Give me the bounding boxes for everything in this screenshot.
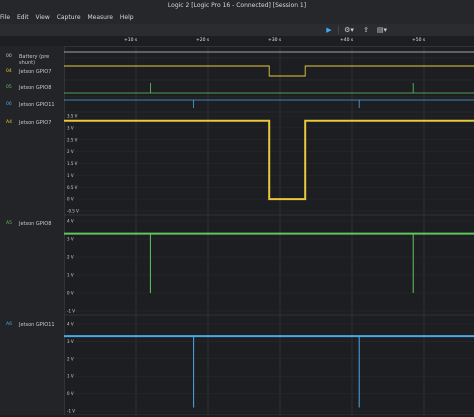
voltage-tick-label: 1 V (67, 173, 74, 178)
channel-row-a4[interactable]: A4 Jetson GPIO7 (0, 115, 64, 131)
menu-view[interactable]: View (36, 12, 50, 24)
voltage-tick-label: 1 V (67, 374, 74, 379)
voltage-tick-label: 0.5 V (67, 185, 78, 190)
channel-row-d0[interactable]: 00 Battery (pre shunt) (0, 49, 64, 66)
voltage-tick-label: 2 V (67, 356, 74, 361)
play-icon[interactable]: ▶ (322, 25, 336, 35)
channel-row-d5[interactable]: 05 Jetson GPIO8 (0, 80, 64, 96)
voltage-tick-label: 4 V (67, 219, 74, 224)
voltage-tick-label: 0 V (67, 391, 74, 396)
menu-bar: File Edit View Capture Measure Help (0, 12, 474, 24)
voltage-tick-label: 2.5 V (67, 137, 78, 142)
time-tick: +20 s (196, 38, 210, 43)
menu-measure[interactable]: Measure (87, 12, 113, 24)
channel-row-a6[interactable]: A6 Jetson GPIO11 (0, 317, 64, 333)
voltage-tick-label: -1 V (67, 309, 75, 314)
share-icon[interactable]: ⇪ (360, 25, 372, 35)
voltage-tick-label: 3 V (67, 339, 74, 344)
time-tick: +30 s (268, 38, 282, 43)
gear-icon[interactable]: ⚙▾ (341, 25, 357, 35)
voltage-tick-label: -0.5 V (67, 209, 79, 214)
toolbar-divider (338, 26, 339, 34)
channel-number: 04 (6, 69, 12, 74)
voltage-tick-label: 2 V (67, 255, 74, 260)
channel-name: Jetson GPIO11 (19, 322, 55, 328)
toolbar: ▶ ⚙▾ ⇪ ▤▾ (0, 24, 474, 36)
waveform-canvas: 3.5 V 3 V 2.5 V 2 V 1.5 V 1 V 0.5 V 0 V -0.5 V 4 … (64, 46, 474, 416)
channel-name: Jetson GPIO7 (19, 69, 52, 75)
time-tick: +40 s (340, 38, 354, 43)
channel-row-d6[interactable]: 06 Jetson GPIO11 (0, 97, 64, 113)
channel-number: A4 (6, 120, 12, 125)
menu-capture[interactable]: Capture (57, 12, 81, 24)
voltage-tick-label: 0 V (67, 291, 74, 296)
channel-name: Jetson GPIO11 (19, 102, 55, 108)
channel-number: 05 (6, 85, 12, 90)
channel-number: 00 (6, 54, 12, 59)
channel-number: 06 (6, 102, 12, 107)
waveform-plot[interactable]: 3.5 V 3 V 2.5 V 2 V 1.5 V 1 V 0.5 V 0 V -0.5 V 4 … (64, 46, 474, 416)
voltage-tick-label: 0 V (67, 197, 74, 202)
voltage-tick-label: -1 V (67, 409, 75, 414)
channel-row-d4[interactable]: 04 Jetson GPIO7 (0, 64, 64, 80)
voltage-tick-label: 3 V (67, 237, 74, 242)
menu-help[interactable]: Help (120, 12, 134, 24)
channel-name: Jetson GPIO8 (19, 221, 52, 227)
voltage-tick-label: 4 V (67, 322, 74, 327)
channel-sidebar: 00 Battery (pre shunt) 04 Jetson GPIO7 0… (0, 46, 65, 415)
window-title: Logic 2 [Logic Pro 16 - Connected] [Sess… (0, 0, 474, 12)
voltage-tick-label: 1.5 V (67, 161, 78, 166)
channel-number: A6 (6, 322, 12, 327)
digital-trace-d4 (64, 65, 474, 77)
channel-name: Jetson GPIO7 (19, 120, 52, 126)
layout-icon[interactable]: ▤▾ (375, 25, 389, 35)
voltage-tick-label: 3.5 V (67, 114, 78, 119)
menu-edit[interactable]: Edit (17, 12, 29, 24)
voltage-tick-label: 3 V (67, 125, 74, 130)
voltage-tick-label: 1 V (67, 273, 74, 278)
time-tick: +50 s (412, 38, 426, 43)
channel-name: Jetson GPIO8 (19, 85, 52, 91)
voltage-tick-label: 2 V (67, 149, 74, 154)
channel-number: A5 (6, 221, 12, 226)
menu-file[interactable]: File (0, 12, 10, 24)
time-tick: +10 s (124, 38, 138, 43)
channel-row-a5[interactable]: A5 Jetson GPIO8 (0, 216, 64, 232)
